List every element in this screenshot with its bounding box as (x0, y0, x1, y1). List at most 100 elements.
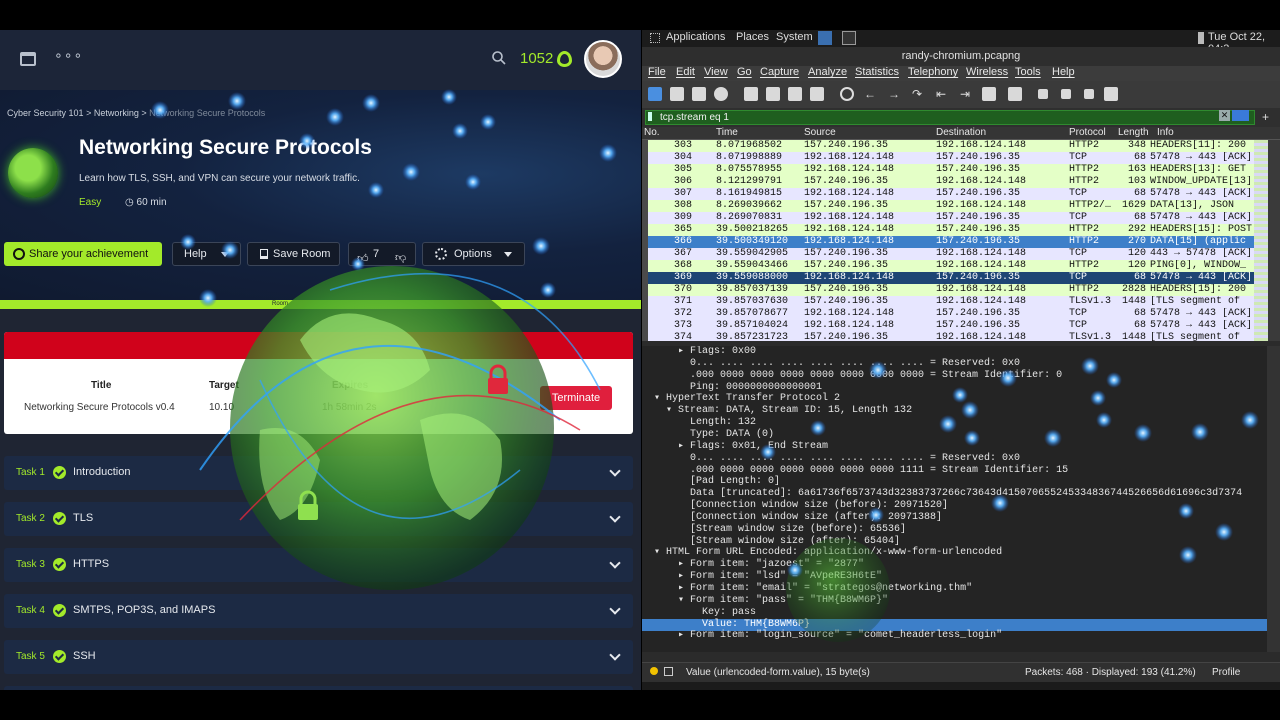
task-row[interactable]: Task 3 HTTPS (4, 548, 633, 582)
task-row[interactable] (4, 686, 633, 690)
start-capture-icon[interactable] (648, 87, 662, 101)
share-achievement-button[interactable]: Share your achievement (4, 242, 162, 266)
detail-row[interactable]: ▾ HyperText Transfer Protocol 2 (642, 393, 1267, 405)
menu-places[interactable]: Places (736, 31, 769, 43)
expert-info-icon[interactable] (650, 667, 658, 675)
col-destination[interactable]: Destination (936, 127, 986, 138)
packet-row[interactable]: 307 8.161949815 192.168.124.148 157.240.196… (642, 188, 1254, 200)
packet-row[interactable]: 306 8.121299791 157.240.196.35 192.168.124.… (642, 176, 1254, 188)
menu-tools[interactable]: Tools (1015, 66, 1041, 78)
menu-telephony[interactable]: Telephony (908, 66, 958, 78)
wireshark-launcher-icon[interactable] (818, 31, 832, 45)
breadcrumb-item[interactable]: Cyber Security 101 (7, 108, 84, 118)
thumbs-down-icon[interactable]: 👎︎ (395, 247, 406, 269)
task-row[interactable]: Task 2 TLS (4, 502, 633, 536)
reload-file-icon[interactable] (810, 87, 824, 101)
detail-row[interactable]: .000 0000 0000 0000 0000 0000 0000 0000 … (642, 370, 1267, 382)
breadcrumb-item[interactable]: Networking (94, 108, 139, 118)
apply-filter-icon[interactable] (1232, 110, 1249, 121)
packet-minimap[interactable] (1254, 140, 1268, 341)
detail-row[interactable]: .000 0000 0000 0000 0000 0000 0000 1111 … (642, 465, 1267, 477)
detail-row[interactable]: ▸ Flags: 0x00 (642, 346, 1267, 358)
packet-row[interactable]: 308 8.269039662 157.240.196.35 192.168.124.… (642, 200, 1254, 212)
col-length[interactable]: Length (1118, 127, 1149, 138)
task-row[interactable]: Task 5 SSH (4, 640, 633, 674)
detail-row[interactable]: ▸ Form item: "login_source" = "comet_hea… (642, 630, 1267, 642)
detail-row[interactable]: [Connection window size (after): 2097138… (642, 512, 1267, 524)
terminate-button[interactable]: Terminate (540, 386, 612, 410)
menu-view[interactable]: View (704, 66, 728, 78)
detail-row[interactable]: 0... .... .... .... .... .... .... .... … (642, 358, 1267, 370)
close-file-icon[interactable] (788, 87, 802, 101)
detail-row[interactable]: ▸ Flags: 0x01, End Stream (642, 441, 1267, 453)
zoom-out-icon[interactable] (1061, 89, 1071, 99)
col-info[interactable]: Info (1157, 127, 1174, 138)
go-forward-icon[interactable]: → (888, 87, 902, 101)
menu-file[interactable]: File (648, 66, 666, 78)
stop-capture-icon[interactable] (670, 87, 684, 101)
packet-row[interactable]: 370 39.857037139 157.240.196.35 192.168.124… (642, 284, 1254, 296)
detail-row[interactable]: Value: THM{B8WM6P} (642, 618, 1267, 631)
packet-row[interactable]: 366 39.500349120 192.168.124.148 157.240.19… (642, 236, 1254, 248)
like-button[interactable]: 👍︎ 7 👎︎ (348, 242, 416, 266)
packet-row[interactable]: 372 39.857078677 192.168.124.148 157.240.19… (642, 308, 1254, 320)
search-icon[interactable] (491, 50, 507, 66)
status-profile[interactable]: Profile (1212, 667, 1240, 678)
packet-row[interactable]: 374 39.857231723 157.240.196.35 192.168.124… (642, 332, 1254, 341)
packet-row[interactable]: 303 8.071968502 157.240.196.35 192.168.124.… (642, 140, 1254, 152)
detail-row[interactable]: ▸ Form item: "lsd" = "AVpeRE3H6tE" (642, 571, 1267, 583)
detail-row[interactable]: ▾ Stream: DATA, Stream ID: 15, Length 13… (642, 405, 1267, 417)
details-scrollbar[interactable] (1267, 346, 1280, 652)
col-time[interactable]: Time (716, 127, 738, 138)
save-file-icon[interactable] (766, 87, 780, 101)
detail-row[interactable]: ▸ Form item: "email" = "strategos@networ… (642, 583, 1267, 595)
machine-target-value[interactable]: 10.10 (209, 402, 234, 413)
col-source[interactable]: Source (804, 127, 836, 138)
detail-row[interactable]: [Connection window size (before): 209715… (642, 500, 1267, 512)
apps-grid-icon[interactable] (650, 33, 660, 43)
window-icon[interactable] (20, 52, 36, 66)
detail-row[interactable]: Type: DATA (0) (642, 429, 1267, 441)
detail-row[interactable]: Ping: 0000000000000001 (642, 382, 1267, 394)
options-button[interactable]: Options (422, 242, 525, 266)
zoom-in-icon[interactable] (1038, 89, 1048, 99)
packet-row[interactable]: 304 8.071998889 192.168.124.148 157.240.196… (642, 152, 1254, 164)
detail-row[interactable]: Key: pass (642, 607, 1267, 619)
detail-row[interactable]: [Stream window size (after): 65404] (642, 536, 1267, 548)
packet-row[interactable]: 365 39.500218265 192.168.124.148 157.240.19… (642, 224, 1254, 236)
find-packet-icon[interactable] (840, 87, 854, 101)
menu-system[interactable]: System (776, 31, 813, 43)
packet-row[interactable]: 305 8.075578955 192.168.124.148 157.240.196… (642, 164, 1254, 176)
detail-row[interactable]: ▾ HTML Form URL Encoded: application/x-w… (642, 547, 1267, 559)
avatar[interactable] (584, 40, 622, 78)
col-no[interactable]: No. (644, 127, 660, 138)
restart-capture-icon[interactable] (692, 87, 706, 101)
packet-row[interactable]: 368 39.559043466 157.240.196.35 192.168.124… (642, 260, 1254, 272)
menu-statistics[interactable]: Statistics (855, 66, 899, 78)
packet-row[interactable]: 309 8.269070831 192.168.124.148 157.240.196… (642, 212, 1254, 224)
first-packet-icon[interactable]: ⇤ (936, 87, 950, 101)
more-dots-icon[interactable]: ∘∘∘ (54, 48, 83, 64)
detail-row[interactable]: Data [truncated]: 6a61736f6573743d323837… (642, 488, 1267, 500)
menu-go[interactable]: Go (737, 66, 752, 78)
go-to-packet-icon[interactable]: ↷ (912, 87, 926, 101)
colorize-icon[interactable] (1008, 87, 1022, 101)
detail-row[interactable]: 0... .... .... .... .... .... .... .... … (642, 453, 1267, 465)
packet-list-scrollbar[interactable] (1268, 140, 1280, 341)
save-room-button[interactable]: Save Room (247, 242, 340, 266)
open-file-icon[interactable] (744, 87, 758, 101)
detail-row[interactable]: ▸ Form item: "jazoest" = "2877" (642, 559, 1267, 571)
bookmark-icon[interactable] (648, 112, 652, 121)
packet-row[interactable]: 373 39.857104024 192.168.124.148 157.240.19… (642, 320, 1254, 332)
capture-options-icon[interactable] (714, 87, 728, 101)
edit-comment-icon[interactable] (664, 667, 673, 676)
packet-row[interactable]: 369 39.559088000 192.168.124.148 157.240.19… (642, 272, 1254, 284)
detail-row[interactable]: ▾ Form item: "pass" = "THM{B8WM6P}" (642, 595, 1267, 607)
detail-row[interactable]: [Pad Length: 0] (642, 476, 1267, 488)
task-row[interactable]: Task 1 Introduction (4, 456, 633, 490)
go-back-icon[interactable]: ← (864, 87, 878, 101)
normal-size-icon[interactable] (1084, 89, 1094, 99)
menu-wireless[interactable]: Wireless (966, 66, 1008, 78)
add-filter-button[interactable]: + (1262, 111, 1269, 123)
menu-help[interactable]: Help (1052, 66, 1075, 78)
